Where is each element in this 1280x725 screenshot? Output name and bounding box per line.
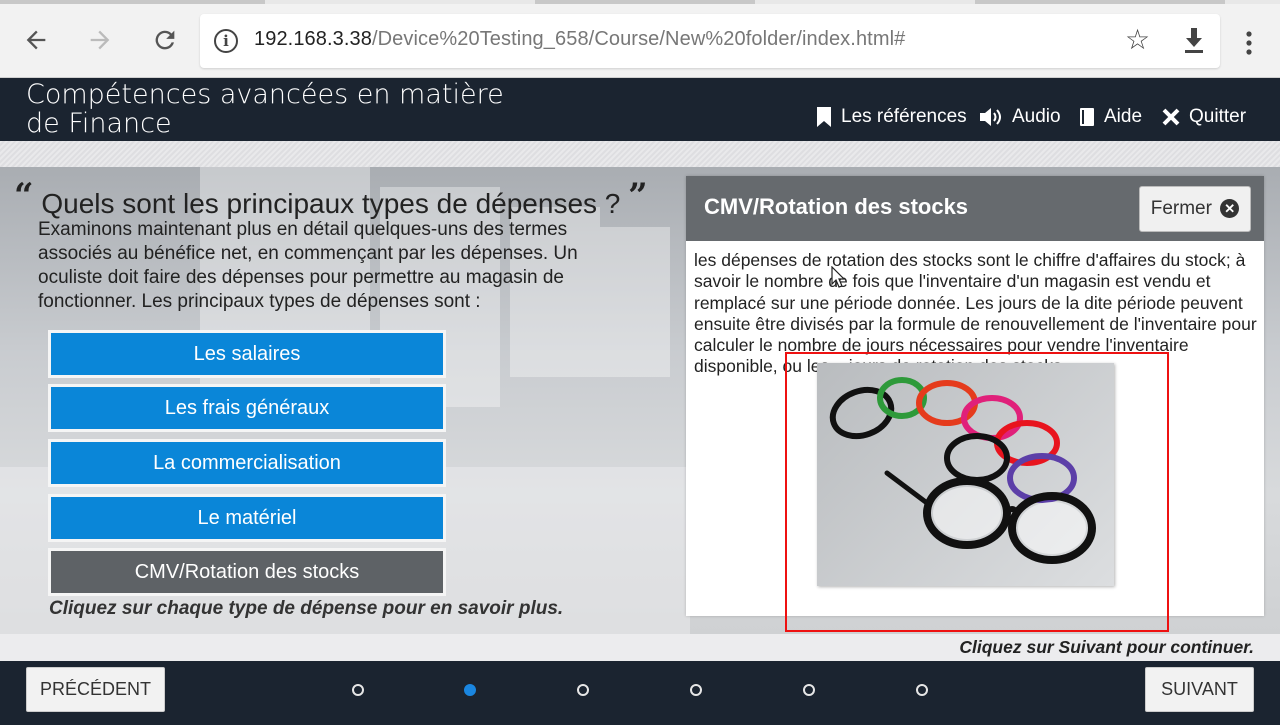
expense-button-cmv-rotation[interactable]: CMV/Rotation des stocks (48, 548, 446, 596)
page-dot-2[interactable] (464, 684, 476, 696)
expense-button-frais-generaux[interactable]: Les frais généraux (48, 384, 446, 432)
address-bar[interactable]: i 192.168.3.38/Device%20Testing_658/Cour… (200, 14, 1220, 68)
book-icon (1080, 108, 1094, 126)
expense-button-commercialisation[interactable]: La commercialisation (48, 439, 446, 487)
quit-label: Quitter (1189, 106, 1247, 127)
course-header: Compétences avancées en matière de Finan… (0, 78, 1280, 141)
previous-button[interactable]: PRÉCÉDENT (26, 667, 165, 712)
mouse-cursor-icon (831, 266, 845, 288)
close-icon (1162, 108, 1180, 126)
references-link[interactable]: Les références (815, 102, 967, 132)
back-arrow-icon (26, 30, 46, 50)
open-quote-icon: “ (14, 176, 34, 216)
url-text[interactable]: 192.168.3.38/Device%20Testing_658/Course… (254, 28, 905, 51)
speaker-icon (980, 108, 1001, 126)
highlight-rectangle (785, 352, 1169, 632)
audio-label: Audio (1012, 106, 1061, 127)
help-label: Aide (1104, 106, 1143, 127)
audio-toggle[interactable]: Audio (978, 102, 1061, 132)
next-instruction-hint: Cliquez sur Suivant pour continuer. (959, 637, 1254, 657)
url-host: 192.168.3.38 (254, 28, 372, 50)
stage-top-strip (0, 141, 1280, 167)
references-label: Les références (841, 106, 967, 127)
browser-menu-icon[interactable] (1239, 30, 1259, 58)
course-title: Compétences avancées en matière de Finan… (26, 79, 504, 139)
next-button[interactable]: SUIVANT (1145, 667, 1254, 712)
question-heading: “ Quels sont les principaux types de dép… (14, 176, 648, 220)
reload-button[interactable] (151, 26, 179, 54)
info-icon[interactable]: i (214, 29, 238, 53)
question-text: Quels sont les principaux types de dépen… (41, 188, 621, 219)
page-dot-1[interactable] (352, 684, 364, 696)
forward-arrow-icon (90, 30, 110, 50)
help-link[interactable]: Aide (1078, 102, 1142, 132)
instruction-hint: Cliquez sur chaque type de dépense pour … (49, 598, 564, 619)
course-footer: PRÉCÉDENT SUIVANT (0, 661, 1280, 725)
page-dot-6[interactable] (916, 684, 928, 696)
popup-title: CMV/Rotation des stocks (704, 194, 969, 219)
forward-button[interactable] (86, 26, 114, 54)
close-button-label: Fermer (1150, 198, 1212, 219)
page-dot-4[interactable] (690, 684, 702, 696)
page-dot-3[interactable] (577, 684, 589, 696)
close-quote-icon: ” (628, 176, 648, 216)
download-icon[interactable] (1182, 26, 1206, 56)
quit-link[interactable]: Quitter (1161, 102, 1246, 132)
intro-paragraph: Examinons maintenant plus en détail quel… (38, 219, 578, 312)
popup-header: CMV/Rotation des stocks Fermer ✕ (686, 176, 1264, 241)
url-path: /Device%20Testing_658/Course/New%20folde… (371, 28, 906, 50)
expense-button-materiel[interactable]: Le matériel (48, 494, 446, 542)
bookmark-star-icon[interactable]: ☆ (1125, 26, 1150, 54)
close-circle-icon: ✕ (1220, 199, 1240, 218)
page-dot-5[interactable] (803, 684, 815, 696)
bookmark-icon (817, 107, 831, 127)
back-button[interactable] (22, 26, 50, 54)
browser-toolbar: i 192.168.3.38/Device%20Testing_658/Cour… (0, 4, 1280, 78)
expense-button-salaires[interactable]: Les salaires (48, 330, 446, 378)
reload-icon (155, 30, 175, 50)
close-popup-button[interactable]: Fermer ✕ (1139, 186, 1251, 232)
